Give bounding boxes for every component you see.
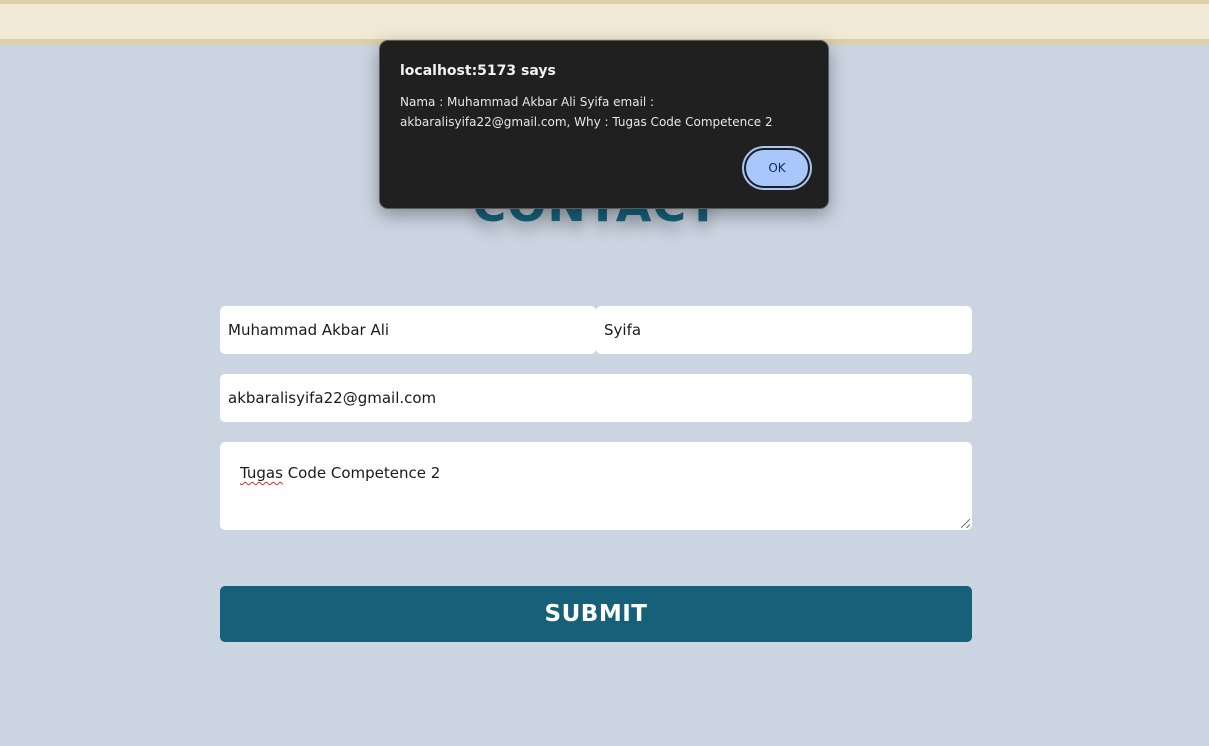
alert-title: localhost:5173 says — [400, 63, 556, 79]
misspelled-word: Tugas — [240, 464, 283, 482]
alert-message: Nama : Muhammad Akbar Ali Syifa email : … — [400, 95, 773, 129]
browser-top-bar — [0, 0, 1209, 45]
message-textarea[interactable]: Tugas Code Competence 2 — [220, 442, 972, 530]
first-name-input[interactable] — [220, 306, 596, 354]
email-input[interactable] — [220, 374, 972, 422]
resize-handle-icon[interactable] — [961, 519, 970, 528]
alert-dialog: localhost:5173 says Nama : Muhammad Akba… — [379, 40, 829, 209]
message-text: Code Competence 2 — [282, 464, 441, 482]
submit-button[interactable]: SUBMIT — [220, 586, 972, 642]
last-name-input[interactable] — [596, 306, 972, 354]
ok-button[interactable]: OK — [744, 148, 810, 188]
